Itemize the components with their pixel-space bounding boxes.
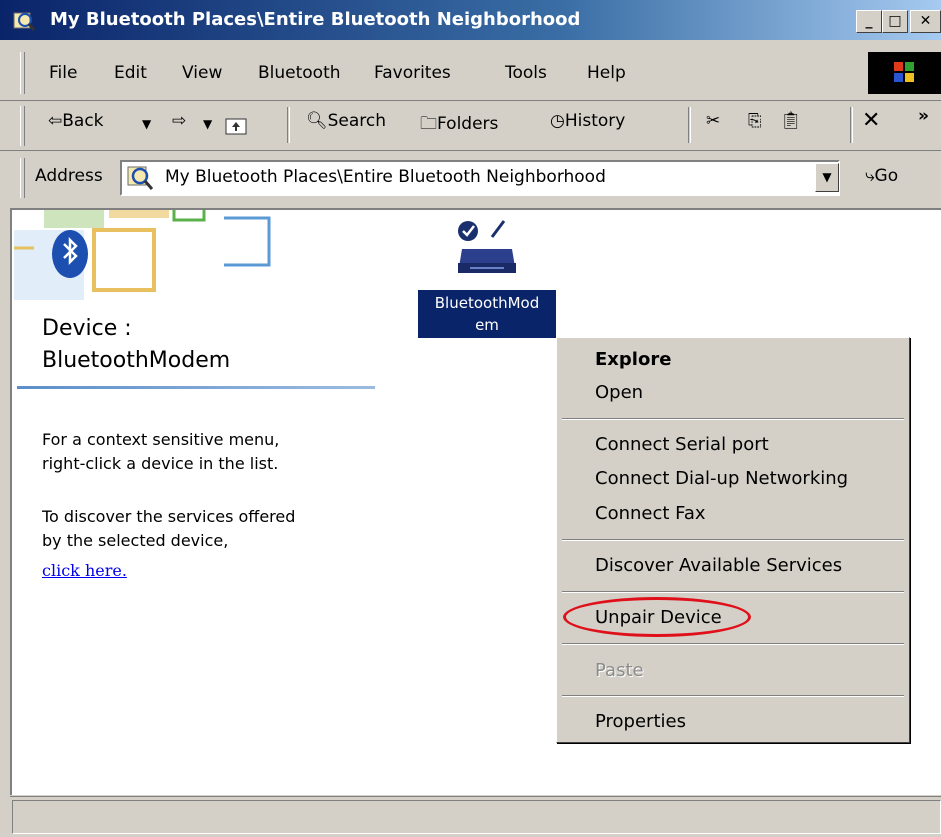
menu-tools[interactable]: Tools (505, 63, 547, 83)
device-label-line: BluetoothMod (434, 294, 540, 312)
history-button[interactable]: ◷History (550, 111, 625, 131)
menu-separator (562, 418, 904, 420)
back-button[interactable]: ⇦Back (48, 111, 104, 131)
minimize-button[interactable]: _ (856, 10, 882, 33)
address-label: Address (35, 166, 103, 186)
menu-separator (562, 591, 904, 593)
menu-item-open[interactable]: Open (595, 382, 643, 403)
maximize-button[interactable]: □ (882, 10, 908, 33)
toolbar-separator (287, 107, 290, 143)
address-value: My Bluetooth Places\Entire Bluetooth Nei… (165, 167, 606, 187)
highlight-circle (563, 597, 751, 637)
paste-icon[interactable]: 📋︎ (780, 111, 802, 131)
folders-button[interactable]: 🗀Folders (420, 111, 498, 140)
info-text-line: To discover the services offered (42, 507, 296, 526)
copy-icon[interactable]: ⎘ (748, 111, 762, 131)
status-pane (12, 800, 941, 834)
go-button[interactable]: ⤷Go (865, 166, 898, 186)
history-icon: ◷ (550, 111, 565, 131)
menu-item-properties[interactable]: Properties (595, 711, 686, 732)
toolbar-separator (850, 107, 853, 143)
address-dropdown-icon[interactable]: ▼ (815, 163, 839, 192)
toolbar-grip[interactable] (20, 106, 25, 146)
divider (0, 100, 941, 101)
menubar-grip[interactable] (20, 52, 25, 94)
menu-item-explore[interactable]: Explore (595, 349, 671, 370)
back-dropdown-icon[interactable]: ▼ (142, 117, 151, 131)
menu-item-connect-dialup[interactable]: Connect Dial-up Networking (595, 468, 848, 489)
bluetooth-places-icon (12, 10, 36, 32)
go-arrow-icon: ⤷ (865, 166, 875, 186)
bluetooth-places-icon (126, 164, 154, 192)
bluetooth-modem-icon[interactable] (452, 215, 522, 285)
cut-icon[interactable]: ✂ (706, 111, 720, 131)
device-heading-name: BluetoothModem (42, 348, 231, 373)
menu-item-paste-disabled: Paste (595, 660, 644, 681)
toolbar-separator (688, 107, 691, 143)
menu-separator (562, 643, 904, 645)
menu-help[interactable]: Help (587, 63, 626, 83)
forward-dropdown-icon[interactable]: ▼ (203, 117, 212, 131)
toolbar-overflow-button[interactable]: » (918, 106, 929, 126)
delete-icon[interactable]: ✕ (862, 108, 880, 133)
windows-logo-icon (868, 52, 941, 94)
menu-separator (562, 695, 904, 697)
device-label-selected[interactable]: BluetoothMod em (418, 290, 556, 338)
device-heading-label: Device : (42, 316, 132, 341)
address-grip[interactable] (20, 158, 25, 198)
folders-icon: 🗀 (420, 114, 437, 134)
info-text-line: right-click a device in the list. (42, 454, 279, 473)
device-label-line: em (475, 316, 499, 334)
info-text-line: For a context sensitive menu, (42, 430, 280, 449)
discover-services-link[interactable]: click here. (42, 561, 127, 580)
bluetooth-banner-graphic (14, 210, 284, 310)
menu-edit[interactable]: Edit (114, 63, 147, 83)
menu-bluetooth[interactable]: Bluetooth (258, 63, 341, 83)
menu-favorites[interactable]: Favorites (374, 63, 451, 83)
menu-item-connect-fax[interactable]: Connect Fax (595, 503, 706, 524)
close-button[interactable]: ✕ (910, 10, 941, 33)
forward-arrow-icon[interactable]: ⇨ (172, 111, 186, 131)
menu-item-connect-serial[interactable]: Connect Serial port (595, 434, 769, 455)
heading-rule (17, 386, 375, 389)
menu-item-discover-services[interactable]: Discover Available Services (595, 555, 842, 576)
search-icon: 🔍︎ (306, 111, 328, 131)
menu-separator (562, 539, 904, 541)
menu-file[interactable]: File (49, 63, 77, 83)
divider (0, 150, 941, 151)
search-button[interactable]: 🔍︎Search (306, 111, 386, 131)
back-arrow-icon: ⇦ (48, 111, 63, 131)
menu-view[interactable]: View (182, 63, 222, 83)
up-folder-icon[interactable] (224, 115, 248, 137)
info-text-line: by the selected device, (42, 531, 229, 550)
window-title: My Bluetooth Places\Entire Bluetooth Nei… (50, 9, 581, 30)
